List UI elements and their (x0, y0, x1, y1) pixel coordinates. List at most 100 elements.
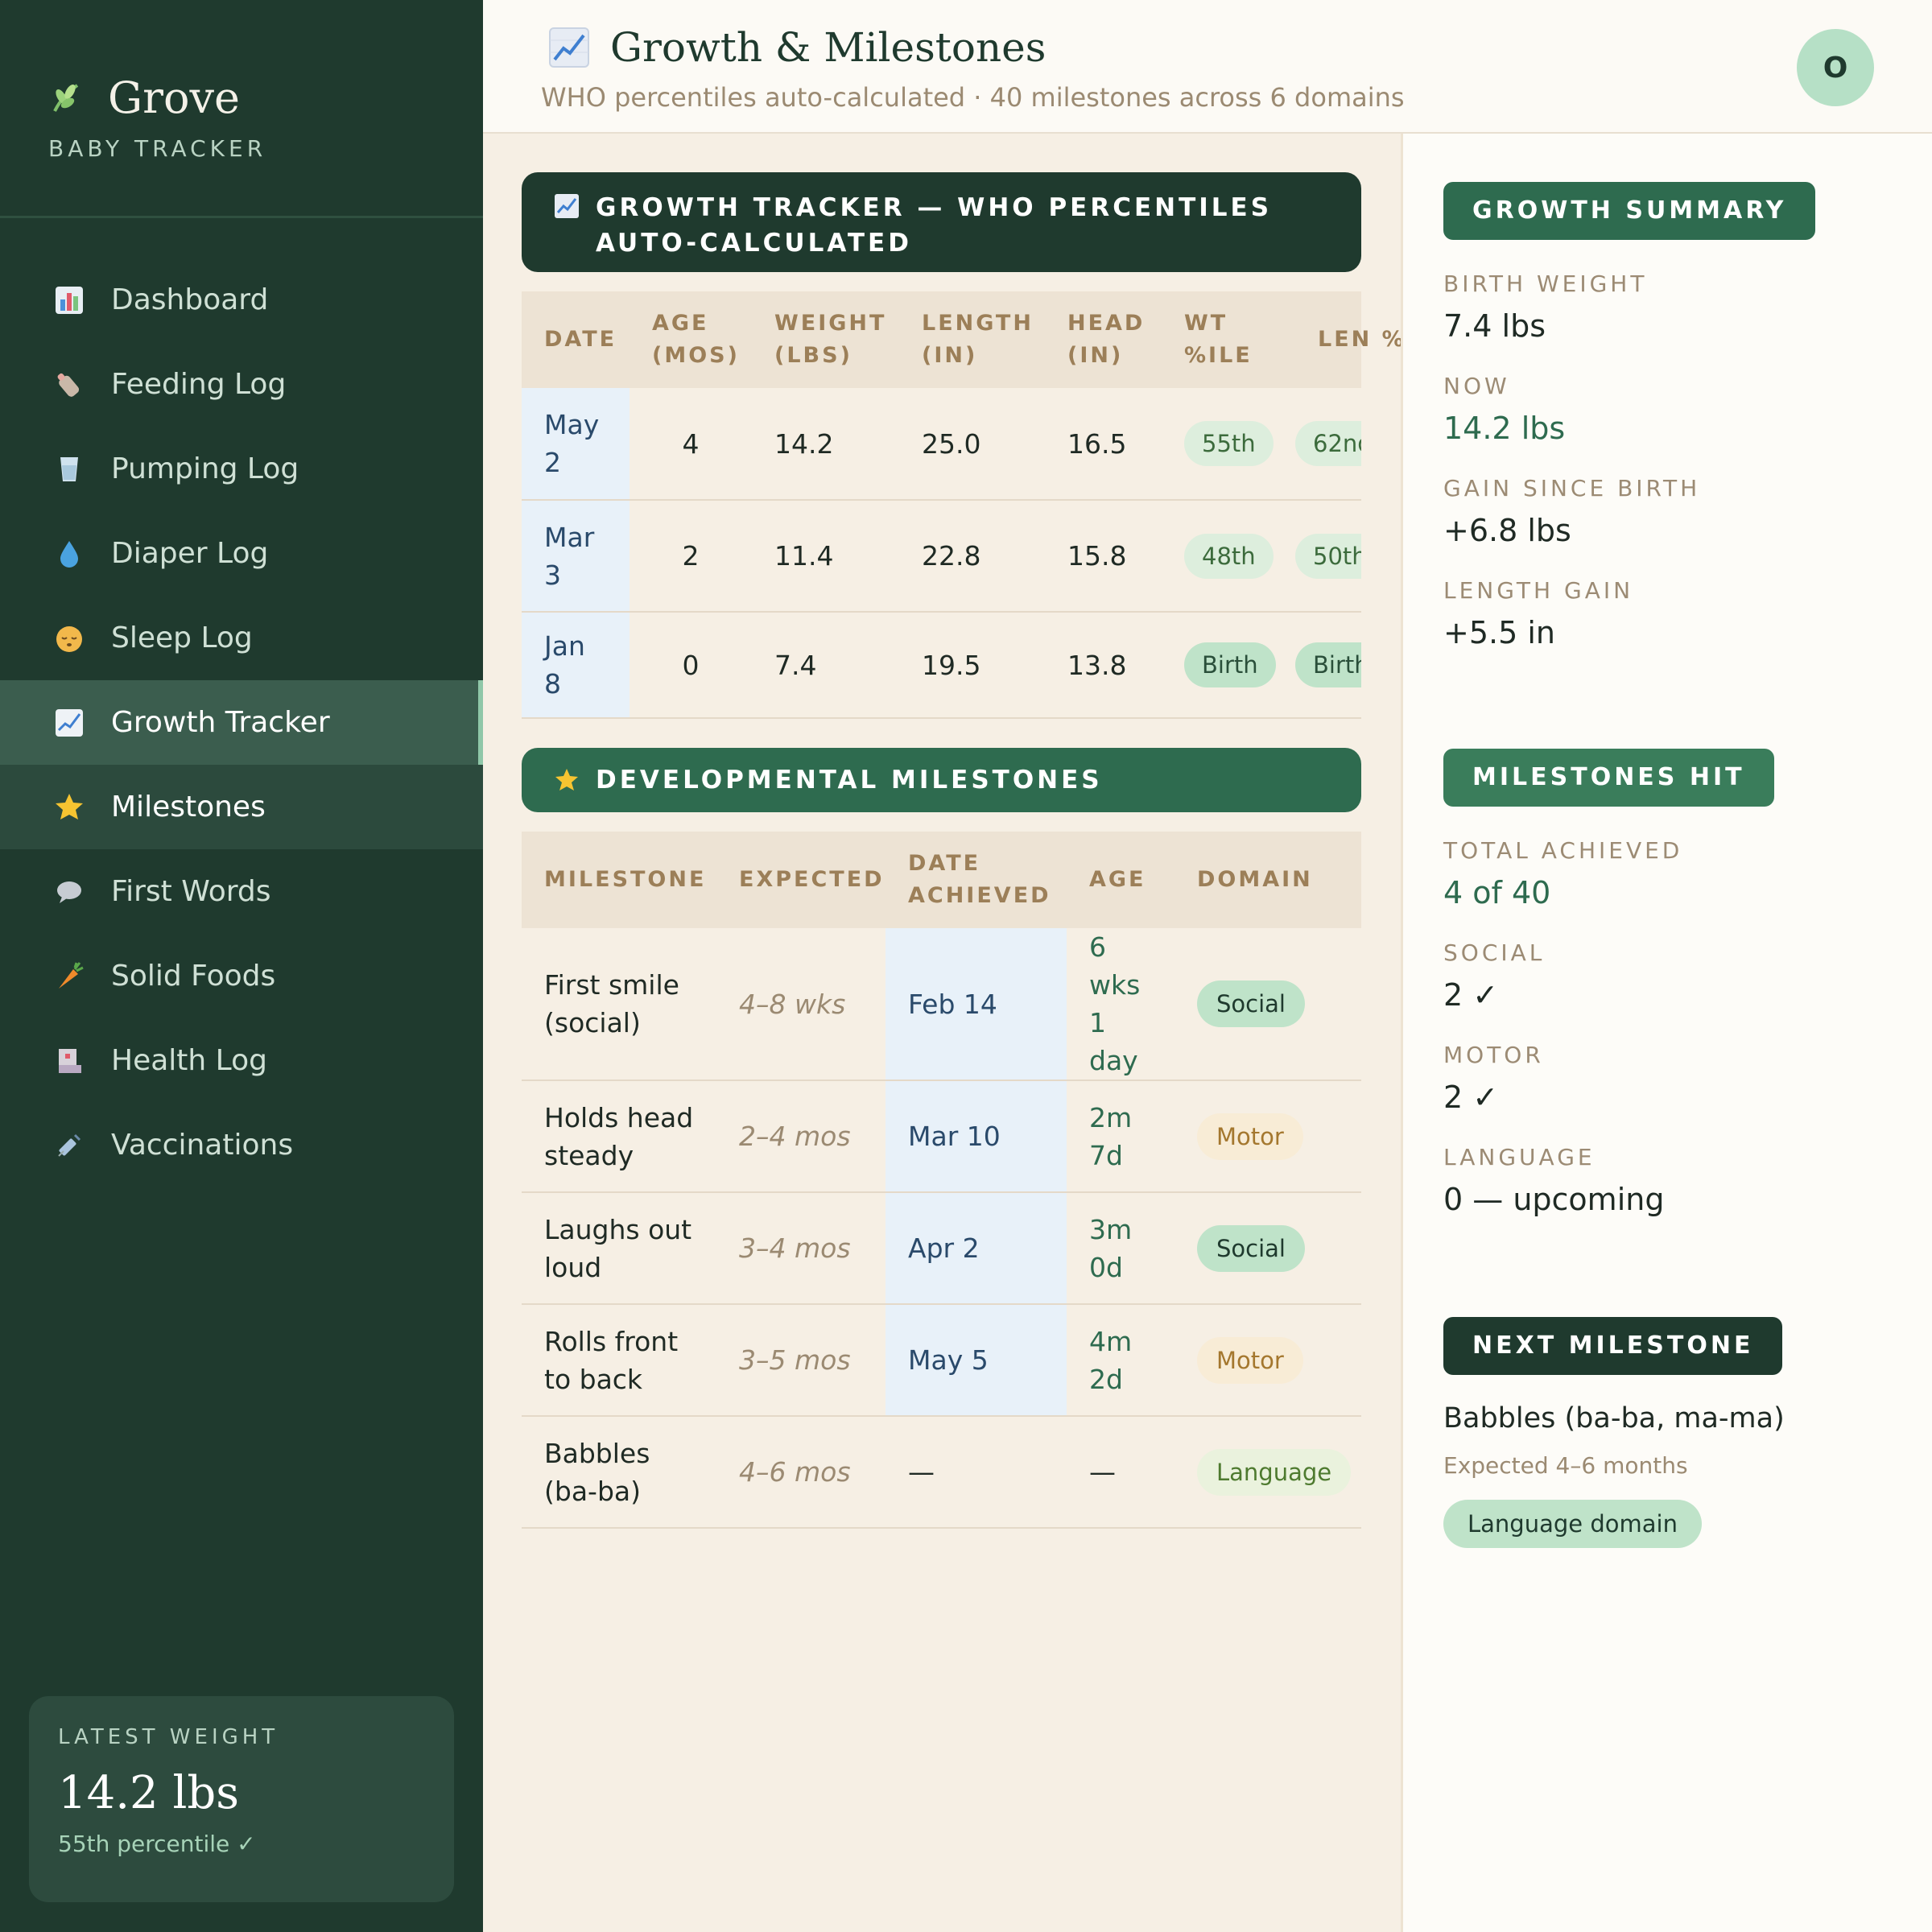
column-header: MILESTONE (522, 832, 716, 928)
milestone-name: Rolls front to back (522, 1304, 716, 1417)
domain-badge: Social (1197, 980, 1305, 1027)
head-cell: 13.8 (1045, 612, 1162, 719)
next-milestone-domain-badge: Language domain (1443, 1500, 1702, 1548)
nav-label: Solid Foods (111, 960, 276, 993)
date-cell: May 2 (522, 388, 630, 501)
nav-item-health-log[interactable]: Health Log (0, 1018, 483, 1103)
latest-weight-note: 55th percentile ✓ (58, 1831, 256, 1857)
achieved-cell: — (886, 1416, 1067, 1529)
carrot-icon (53, 960, 85, 993)
length-cell: 22.8 (899, 500, 1045, 613)
growth-table: DATE AGE (MOS) WEIGHT (LBS) LENGTH (IN) … (522, 291, 1447, 719)
growth-tracker-heading: GROWTH TRACKER — WHO PERCENTILES AUTO-CA… (522, 172, 1361, 272)
main-content: GROWTH TRACKER — WHO PERCENTILES AUTO-CA… (522, 172, 1447, 1529)
nav-item-solid-foods[interactable]: Solid Foods (0, 934, 483, 1018)
milestones-hit-heading: MILESTONES HIT (1443, 749, 1774, 807)
column-header: WT %ILE (1162, 291, 1295, 388)
table-row[interactable]: May 2 4 14.2 25.0 16.5 55th 62nd (522, 388, 1361, 501)
nav-item-pumping-log[interactable]: Pumping Log (0, 427, 483, 511)
nav-item-vaccinations[interactable]: Vaccinations (0, 1103, 483, 1187)
column-header: LENGTH (IN) (899, 291, 1045, 388)
droplet-icon (53, 538, 85, 570)
sidebar-divider (0, 216, 483, 218)
nav-item-diaper-log[interactable]: Diaper Log (0, 511, 483, 596)
summary-label: NOW (1443, 373, 1510, 399)
column-header: AGE (MOS) (630, 291, 752, 388)
table-row[interactable]: Jan 8 0 7.4 19.5 13.8 Birth Birth (522, 612, 1361, 719)
growth-chart-icon (555, 194, 579, 218)
column-header: EXPECTED (716, 832, 886, 928)
nav-label: Vaccinations (111, 1129, 294, 1162)
age-cell: 4m 2d (1067, 1304, 1174, 1417)
domain-cell: Motor (1174, 1080, 1361, 1193)
latest-weight-value: 14.2 lbs (58, 1767, 239, 1819)
growth-summary-heading: GROWTH SUMMARY (1443, 182, 1816, 240)
table-row[interactable]: Laughs out loud 3–4 mos Apr 2 3m 0d Soci… (522, 1192, 1361, 1305)
avatar[interactable]: O (1797, 29, 1874, 106)
table-row[interactable]: Babbles (ba-ba) 4–6 mos — — Language (522, 1416, 1361, 1529)
sidebar: Grove BABY TRACKER Dashboard Feeding Log… (0, 0, 483, 1932)
summary-label: LANGUAGE (1443, 1144, 1596, 1170)
achieved-cell: Mar 10 (886, 1080, 1067, 1193)
column-header: DATE ACHIEVED (886, 832, 1067, 928)
domain-cell: Social (1174, 928, 1361, 1081)
wt-percentile-cell: 48th (1162, 500, 1295, 613)
nav-label: Diaper Log (111, 537, 269, 570)
nav-label: Sleep Log (111, 621, 253, 654)
star-icon (555, 769, 578, 791)
syringe-icon (53, 1129, 85, 1162)
table-row[interactable]: Rolls front to back 3–5 mos May 5 4m 2d … (522, 1304, 1361, 1417)
nav-item-first-words[interactable]: First Words (0, 849, 483, 934)
len-percentile-cell: 50th (1295, 500, 1361, 613)
date-cell: Mar 3 (522, 500, 630, 613)
summary-value: 0 — upcoming (1443, 1182, 1665, 1217)
latest-weight-card: LATEST WEIGHT 14.2 lbs 55th percentile ✓ (29, 1696, 454, 1902)
summary-label: SOCIAL (1443, 939, 1546, 966)
achieved-cell: May 5 (886, 1304, 1067, 1417)
table-row[interactable]: Mar 3 2 11.4 22.8 15.8 48th 50th (522, 500, 1361, 613)
summary-label: TOTAL ACHIEVED (1443, 837, 1683, 864)
percentile-badge: 50th (1295, 533, 1361, 579)
length-cell: 25.0 (899, 388, 1045, 501)
expected-cell: 2–4 mos (716, 1080, 886, 1193)
age-cell: 2 (630, 500, 752, 613)
column-header: LEN %ILE (1295, 291, 1447, 388)
nav-item-sleep-log[interactable]: Sleep Log (0, 596, 483, 680)
next-milestone: NEXT MILESTONE Babbles (ba-ba, ma-ma) Ex… (1443, 1317, 1785, 1548)
milestones-table: MILESTONE EXPECTED DATE ACHIEVED AGE DOM… (522, 832, 1361, 1529)
domain-badge: Motor (1197, 1336, 1303, 1384)
weight-cell: 14.2 (752, 388, 899, 501)
nav-item-milestones[interactable]: Milestones (0, 765, 483, 849)
milestone-name: Babbles (ba-ba) (522, 1416, 716, 1529)
nav-label: Dashboard (111, 283, 269, 316)
head-cell: 15.8 (1045, 500, 1162, 613)
page-title-text: Growth & Milestones (610, 24, 1046, 71)
domain-cell: Language (1174, 1416, 1361, 1529)
growth-table-header: DATE AGE (MOS) WEIGHT (LBS) LENGTH (IN) … (522, 291, 1447, 388)
domain-badge: Motor (1197, 1113, 1303, 1160)
age-cell: — (1067, 1416, 1174, 1529)
age-cell: 3m 0d (1067, 1192, 1174, 1305)
column-header: HEAD (IN) (1045, 291, 1162, 388)
head-cell: 16.5 (1045, 388, 1162, 501)
column-header: DATE (522, 291, 630, 388)
next-milestone-name: Babbles (ba-ba, ma-ma) (1443, 1402, 1785, 1435)
table-row[interactable]: Holds head steady 2–4 mos Mar 10 2m 7d M… (522, 1080, 1361, 1193)
domain-cell: Motor (1174, 1304, 1361, 1417)
nav-item-growth-tracker[interactable]: Growth Tracker (0, 680, 483, 765)
expected-cell: 4–8 wks (716, 928, 886, 1081)
table-row[interactable]: First smile (social) 4–8 wks Feb 14 6 wk… (522, 928, 1361, 1081)
percentile-badge: 55th (1184, 421, 1274, 466)
brand-subtitle: BABY TRACKER (48, 135, 267, 162)
latest-weight-label: LATEST WEIGHT (58, 1725, 279, 1749)
wt-percentile-cell: 55th (1162, 388, 1295, 501)
summary-label: MOTOR (1443, 1042, 1544, 1068)
nav-item-dashboard[interactable]: Dashboard (0, 258, 483, 342)
page-subtitle: WHO percentiles auto-calculated · 40 mil… (541, 82, 1405, 113)
nav-item-feeding-log[interactable]: Feeding Log (0, 342, 483, 427)
speech-bubble-icon (53, 876, 85, 908)
age-cell: 2m 7d (1067, 1080, 1174, 1193)
domain-badge: Social (1197, 1224, 1305, 1272)
expected-cell: 4–6 mos (716, 1416, 886, 1529)
percentile-badge: Birth (1184, 642, 1276, 687)
